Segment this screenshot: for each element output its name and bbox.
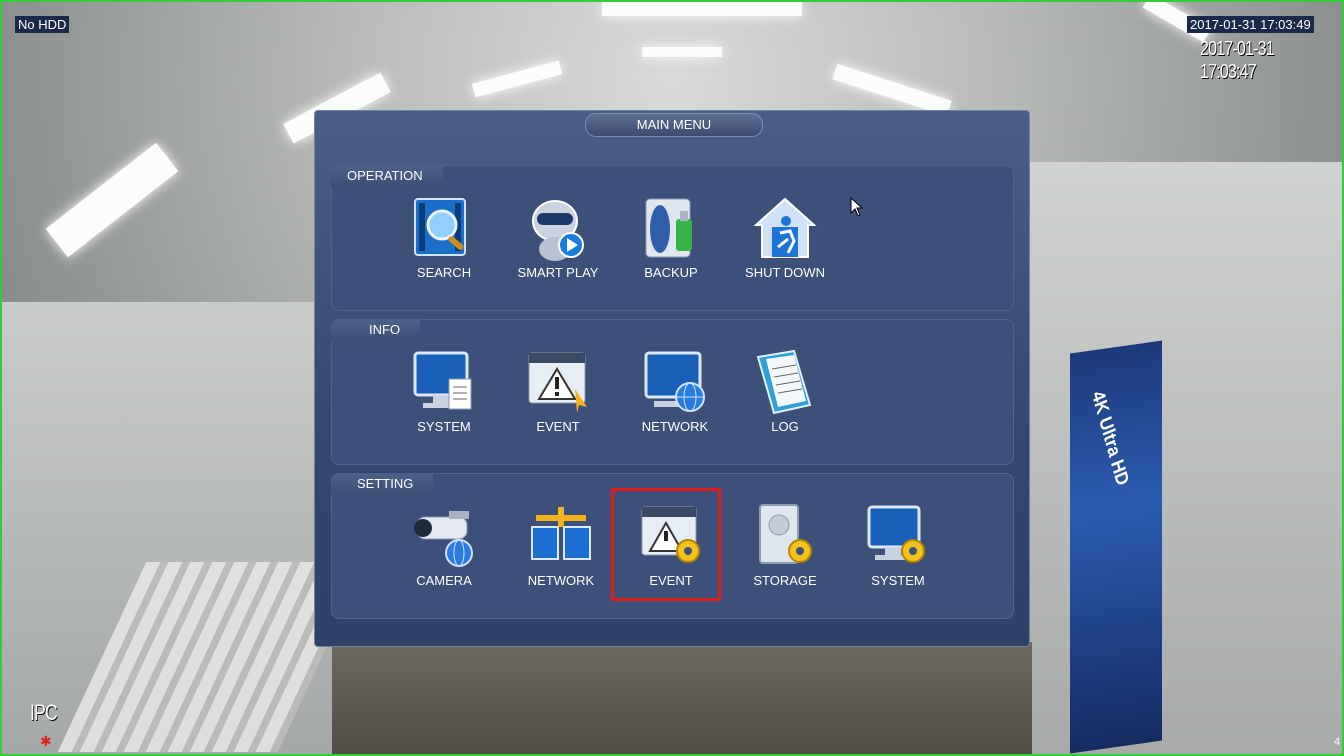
event-info-icon xyxy=(523,349,593,417)
system-setting-button[interactable]: SYSTEM xyxy=(848,503,948,599)
camera-icon xyxy=(409,503,479,571)
menu-title: MAIN MENU xyxy=(585,113,763,137)
channel-number: 4 xyxy=(1334,736,1341,748)
network-setting-icon xyxy=(526,503,596,571)
camera-timestamp: 2017-01-31 17:03:47 xyxy=(1200,38,1275,83)
search-button[interactable]: SEARCH xyxy=(394,195,494,291)
storage-button[interactable]: STORAGE xyxy=(735,503,835,599)
system-setting-label: SYSTEM xyxy=(871,573,925,588)
search-label: SEARCH xyxy=(416,265,472,280)
hdd-status: No HDD xyxy=(15,16,70,33)
operation-group: OPERATION SEARCH SMART PLAY BACKUP SHUT … xyxy=(331,165,1014,311)
channel-label: IPC xyxy=(30,700,58,725)
log-button[interactable]: LOG xyxy=(735,349,835,445)
search-icon xyxy=(409,195,479,263)
system-info-label: SYSTEM xyxy=(417,419,471,434)
system-setting-icon xyxy=(863,503,933,571)
network-info-button[interactable]: NETWORK xyxy=(625,349,725,445)
highlight-box xyxy=(611,488,721,601)
network-setting-button[interactable]: NETWORK xyxy=(511,503,611,599)
backup-icon xyxy=(636,195,706,263)
system-info-icon xyxy=(409,349,479,417)
record-icon: ✱ xyxy=(40,733,52,749)
network-info-label: NETWORK xyxy=(641,419,709,434)
storage-label: STORAGE xyxy=(753,573,817,588)
banner: 4K Ultra HD xyxy=(1070,340,1162,754)
main-menu-window: MAIN MENU OPERATION SEARCH SMART PLAY BA… xyxy=(314,110,1030,647)
smart-play-button[interactable]: SMART PLAY xyxy=(508,195,608,291)
shut-down-label: SHUT DOWN xyxy=(745,265,825,280)
datetime-overlay: 2017-01-31 17:03:49 xyxy=(1187,16,1314,33)
shut-down-icon xyxy=(750,195,820,263)
camera-label: CAMERA xyxy=(416,573,472,588)
backup-button[interactable]: BACKUP xyxy=(621,195,721,291)
backup-label: BACKUP xyxy=(644,265,698,280)
info-group: INFO SYSTEM EVENT NETWORK LOG xyxy=(331,319,1014,465)
smart-play-icon xyxy=(523,195,593,263)
setting-group-label: SETTING xyxy=(331,473,434,495)
event-info-label: EVENT xyxy=(536,419,580,434)
smart-play-label: SMART PLAY xyxy=(517,265,599,280)
network-setting-label: NETWORK xyxy=(527,573,595,588)
camera-setting-button[interactable]: CAMERA xyxy=(394,503,494,599)
mouse-cursor-icon xyxy=(850,197,864,217)
storage-icon xyxy=(750,503,820,571)
operation-group-label: OPERATION xyxy=(331,165,443,187)
network-info-icon xyxy=(640,349,710,417)
event-info-button[interactable]: EVENT xyxy=(508,349,608,445)
log-icon xyxy=(750,349,820,417)
system-info-button[interactable]: SYSTEM xyxy=(394,349,494,445)
shut-down-button[interactable]: SHUT DOWN xyxy=(735,195,835,291)
log-label: LOG xyxy=(771,419,799,434)
info-group-label: INFO xyxy=(331,319,421,341)
